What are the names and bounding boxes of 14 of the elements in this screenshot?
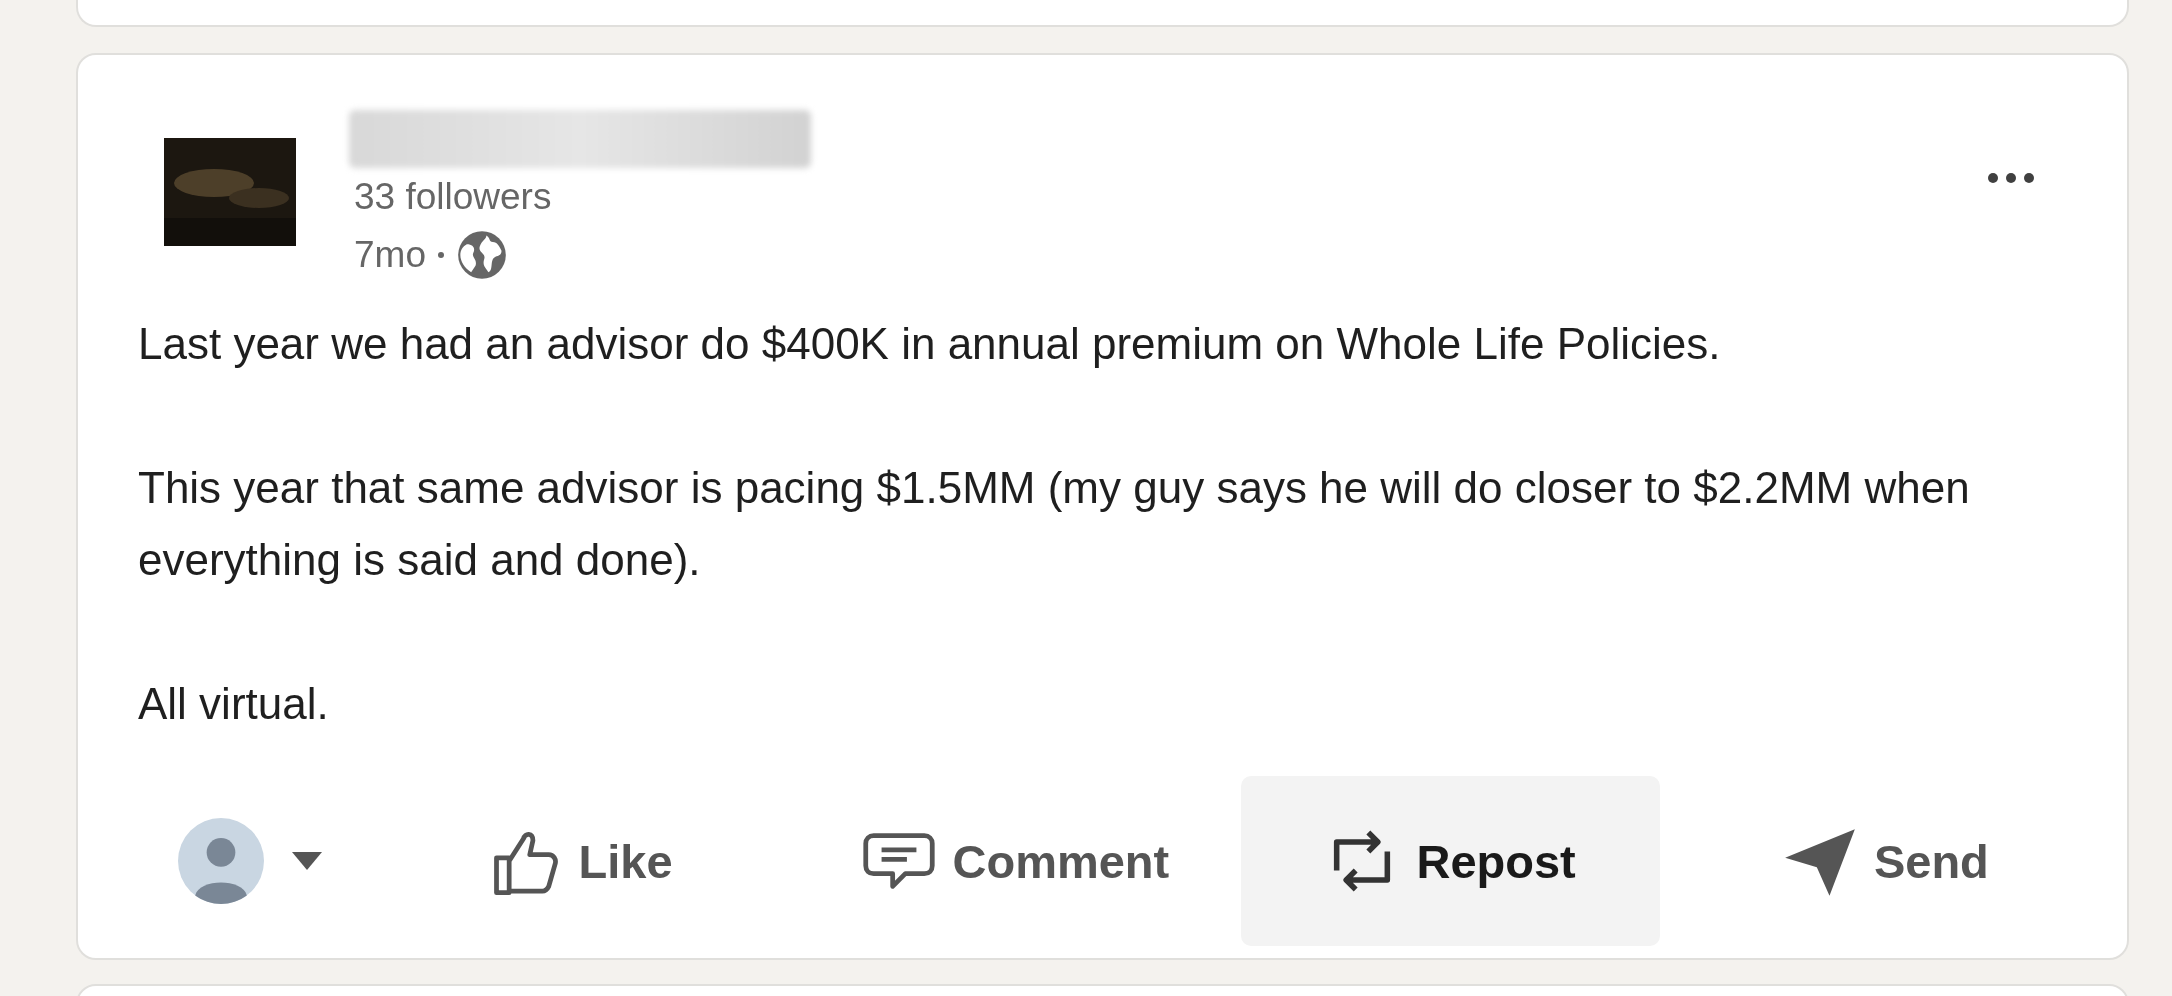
post-time: 7mo — [354, 233, 426, 277]
separator-dot — [438, 252, 444, 258]
like-button[interactable]: Like — [370, 776, 790, 946]
follower-count: 33 followers — [354, 175, 553, 219]
post-text: All virtual. — [138, 678, 330, 730]
comment-button[interactable]: Comment — [805, 776, 1225, 946]
avatar-icon[interactable] — [178, 818, 264, 904]
post-text: Last year we had an advisor do $400K in annual premium on Whole Life Policies. — [138, 318, 1722, 370]
post-text: This year that same advisor is pacing $1.5MM (my guy says he will do closer to $2.2MM when everything is said and done). — [138, 462, 1971, 586]
globe-icon — [456, 229, 508, 281]
caret-icon[interactable] — [290, 852, 324, 870]
send-button[interactable]: Send — [1675, 776, 2095, 946]
repost-button[interactable]: Repost — [1240, 776, 1660, 946]
more-options-icon[interactable] — [1987, 172, 2035, 184]
